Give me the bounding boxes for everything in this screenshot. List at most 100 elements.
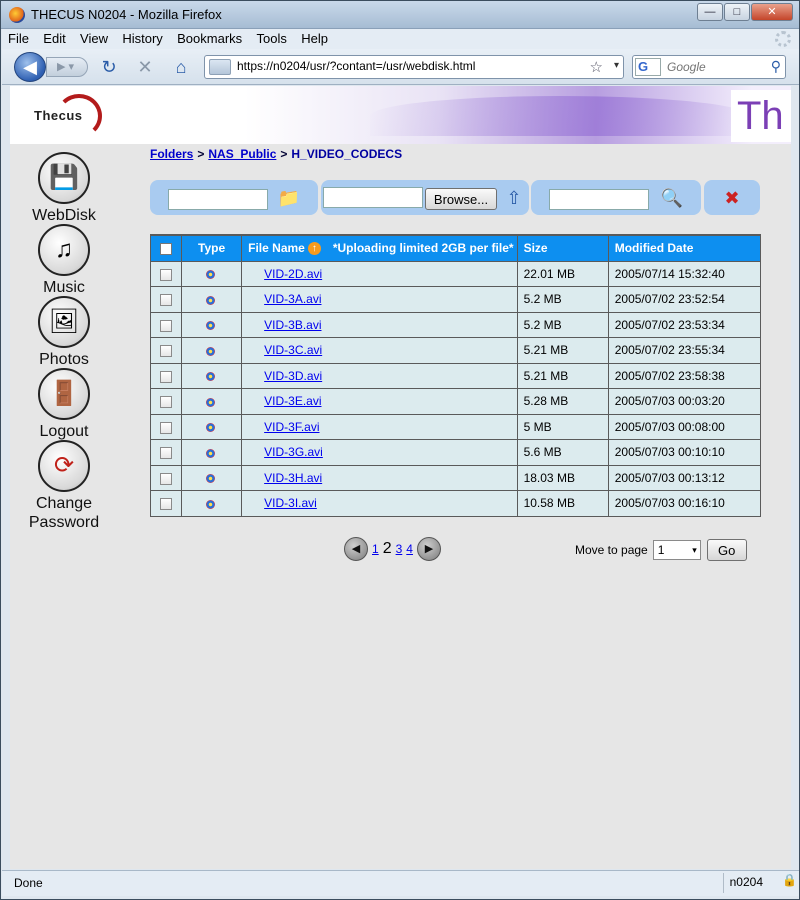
file-link[interactable]: VID-3G.avi — [264, 445, 323, 459]
menu-edit[interactable]: Edit — [37, 29, 70, 46]
browse-button[interactable]: Browse... — [425, 188, 497, 210]
upload-file-input[interactable] — [323, 187, 423, 208]
file-link[interactable]: VID-3A.avi — [264, 292, 321, 306]
row-checkbox[interactable] — [160, 447, 173, 460]
video-file-icon — [205, 499, 218, 510]
back-button[interactable]: ◀ — [14, 52, 46, 82]
sort-ascending-icon[interactable]: ↑ — [307, 242, 321, 256]
row-checkbox[interactable] — [160, 498, 173, 511]
sidebar-item-webdisk[interactable]: 💾 WebDisk — [10, 152, 118, 225]
row-checkbox[interactable] — [160, 294, 173, 307]
row-checkbox[interactable] — [160, 370, 173, 383]
breadcrumb-separator: > — [280, 147, 288, 161]
maximize-button[interactable]: □ — [724, 3, 750, 21]
delete-icon[interactable]: ✖ — [719, 186, 745, 210]
home-icon[interactable]: ⌂ — [170, 56, 192, 78]
url-input[interactable] — [237, 59, 577, 73]
file-search-input[interactable] — [549, 189, 649, 210]
select-all-checkbox[interactable] — [160, 243, 173, 256]
row-checkbox[interactable] — [160, 421, 173, 434]
banner-swoosh — [370, 96, 750, 136]
menu-help[interactable]: Help — [295, 29, 333, 46]
file-link[interactable]: VID-3I.avi — [264, 496, 317, 510]
column-type[interactable]: Type — [181, 234, 243, 262]
file-toolbar: 📁 Browse... ⇧ 🔍 ✖ — [150, 180, 760, 215]
lock-icon[interactable]: 🔒 — [782, 873, 797, 887]
throbber-icon — [775, 31, 791, 47]
browser-window: THECUS N0204 - Mozilla Firefox — □ ✕ Fil… — [0, 0, 800, 900]
menu-file[interactable]: File — [2, 29, 34, 46]
bookmark-star-icon[interactable]: ☆ — [590, 58, 603, 76]
search-input[interactable] — [667, 60, 767, 74]
status-text: Done — [14, 876, 43, 890]
column-filename-label[interactable]: File Name — [248, 241, 305, 255]
row-checkbox[interactable] — [160, 345, 173, 358]
table-row: VID-3D.avi 5.21 MB 2005/07/02 23:58:38 — [149, 362, 762, 389]
type-cell — [181, 388, 243, 415]
close-button[interactable]: ✕ — [751, 3, 793, 21]
page-icon — [209, 59, 231, 75]
type-cell — [181, 490, 243, 517]
breadcrumb-nas-public[interactable]: NAS_Public — [208, 147, 276, 161]
google-engine-icon[interactable]: G — [635, 58, 661, 76]
new-folder-input[interactable] — [168, 189, 268, 210]
page-link-1[interactable]: 1 — [372, 542, 379, 556]
reload-icon[interactable]: ↻ — [98, 56, 120, 78]
page-select-value: 1 — [657, 543, 665, 557]
new-folder-icon[interactable]: 📁 — [276, 186, 302, 210]
filename-cell: VID-2D.avi — [241, 260, 518, 287]
pagination: ◀ 1 2 3 4 ▶ — [344, 536, 441, 562]
url-dropdown-icon[interactable]: ▾ — [614, 60, 619, 71]
row-checkbox[interactable] — [160, 319, 173, 332]
column-filename[interactable]: File Name ↑ *Uploading limited 2GB per fil… — [241, 234, 518, 262]
page-link-4[interactable]: 4 — [406, 542, 413, 556]
file-link[interactable]: VID-3D.avi — [264, 369, 322, 383]
video-file-icon — [205, 448, 218, 459]
sidebar-item-photos[interactable]: 🖼 Photos — [10, 296, 118, 369]
file-link[interactable]: VID-2D.avi — [264, 267, 322, 281]
page-link-3[interactable]: 3 — [396, 542, 403, 556]
row-checkbox[interactable] — [160, 268, 173, 281]
go-button[interactable]: Go — [706, 539, 747, 561]
upload-group: Browse... ⇧ — [321, 180, 529, 215]
size-cell: 5 MB — [516, 413, 609, 440]
file-link[interactable]: VID-3B.avi — [264, 318, 321, 332]
menu-bookmarks[interactable]: Bookmarks — [171, 29, 247, 46]
file-link[interactable]: VID-3H.avi — [264, 471, 322, 485]
search-icon[interactable]: ⚲ — [771, 58, 781, 75]
file-link[interactable]: VID-3C.avi — [264, 343, 322, 357]
select-all-header — [149, 234, 183, 262]
next-page-button[interactable]: ▶ — [416, 537, 441, 561]
date-cell: 2005/07/03 00:16:10 — [607, 490, 762, 517]
file-link[interactable]: VID-3E.avi — [264, 394, 321, 408]
menu-history[interactable]: History — [116, 29, 167, 46]
row-select-cell — [149, 413, 183, 440]
column-size[interactable]: Size — [516, 234, 609, 262]
row-checkbox[interactable] — [160, 472, 173, 485]
stop-icon[interactable]: ✕ — [134, 56, 156, 78]
page-select[interactable]: 1 ▾ — [652, 540, 701, 560]
upload-icon[interactable]: ⇧ — [501, 186, 527, 210]
breadcrumb-folders[interactable]: Folders — [150, 147, 193, 161]
type-cell — [181, 286, 243, 313]
sidebar-item-label: Logout — [39, 423, 89, 440]
size-cell: 5.6 MB — [516, 439, 609, 466]
sidebar-item-change-password[interactable]: ⟳ Change Password — [10, 440, 118, 532]
forward-button[interactable]: ▶ ▾ — [46, 57, 88, 77]
column-modified[interactable]: Modified Date — [607, 234, 762, 262]
breadcrumb-current: H_VIDEO_CODECS — [291, 147, 403, 161]
filename-cell: VID-3H.avi — [241, 464, 518, 491]
sidebar-item-music[interactable]: ♫ Music — [10, 224, 118, 297]
menu-tools[interactable]: Tools — [251, 29, 292, 46]
video-file-icon — [205, 397, 218, 408]
row-checkbox[interactable] — [160, 396, 173, 409]
minimize-button[interactable]: — — [697, 3, 723, 21]
menu-view[interactable]: View — [74, 29, 113, 46]
change-password-icon: ⟳ — [38, 440, 90, 492]
file-link[interactable]: VID-3F.avi — [264, 420, 319, 434]
file-search-icon[interactable]: 🔍 — [659, 186, 685, 210]
previous-page-button[interactable]: ◀ — [344, 537, 368, 561]
sidebar-item-logout[interactable]: 🚪 Logout — [10, 368, 118, 441]
table-row: VID-3C.avi 5.21 MB 2005/07/02 23:55:34 — [149, 337, 762, 364]
table-row: VID-3B.avi 5.2 MB 2005/07/02 23:53:34 — [149, 311, 762, 338]
